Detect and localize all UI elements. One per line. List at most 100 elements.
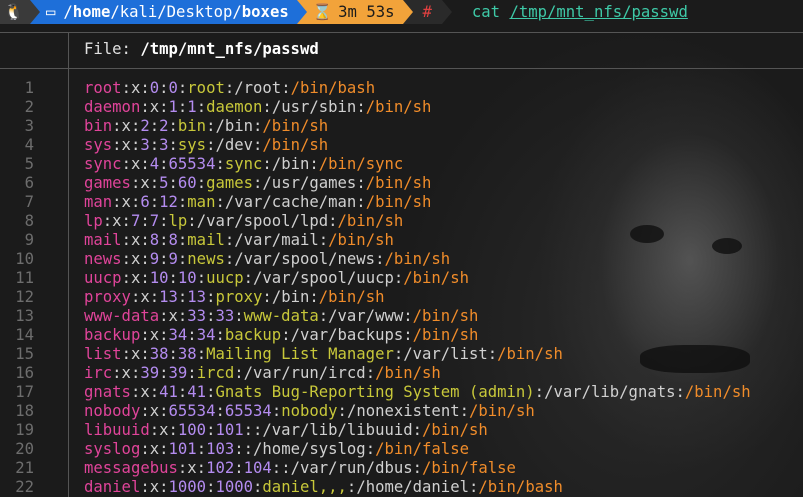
passwd-uid: 2 bbox=[140, 117, 150, 135]
table-row: 16 irc:x:39:39:ircd:/var/run/ircd:/bin/sh bbox=[0, 364, 803, 383]
passwd-home: /dev bbox=[215, 136, 254, 154]
passwd-gecos: backup bbox=[224, 326, 282, 344]
passwd-gid: 1000 bbox=[215, 478, 254, 496]
passwd-sep: : bbox=[243, 269, 254, 287]
line-text: daniel:x:1000:1000:daniel,,,:/home/danie… bbox=[84, 478, 563, 497]
passwd-gecos: man bbox=[187, 193, 216, 211]
passwd-home: /var/spool/uucp bbox=[253, 269, 394, 287]
passwd-uid: 65534 bbox=[168, 402, 216, 420]
passwd-sep: :x: bbox=[121, 231, 150, 249]
passwd-sep: : bbox=[224, 231, 235, 249]
passwd-uid: 10 bbox=[149, 269, 169, 287]
passwd-uid: 6 bbox=[140, 193, 150, 211]
passwd-gid: 3 bbox=[159, 136, 169, 154]
passwd-home: /usr/sbin bbox=[271, 98, 357, 116]
passwd-sep: : bbox=[365, 364, 376, 382]
passwd-shell: /bin/sh bbox=[365, 98, 432, 116]
passwd-sep: : bbox=[487, 345, 498, 363]
passwd-home: /root bbox=[234, 79, 282, 97]
root-symbol: # bbox=[422, 3, 432, 21]
line-text: news:x:9:9:news:/var/spool/news:/bin/sh bbox=[84, 250, 450, 269]
passwd-sep: : bbox=[149, 117, 160, 135]
passwd-home: /var/spool/lpd bbox=[196, 212, 329, 230]
passwd-shell: /bin/sh bbox=[365, 174, 432, 192]
line-number: 14 bbox=[15, 326, 34, 344]
line-number: 21 bbox=[15, 459, 34, 477]
passwd-shell: /bin/false bbox=[375, 440, 469, 458]
line-text: daemon:x:1:1:daemon:/usr/sbin:/bin/sh bbox=[84, 98, 431, 117]
command-line[interactable]: cat /tmp/mnt_nfs/passwd bbox=[452, 3, 688, 21]
passwd-sep: : bbox=[224, 250, 235, 268]
passwd-uid: 41 bbox=[159, 383, 178, 401]
file-label: File: bbox=[84, 40, 141, 58]
passwd-gid: 101 bbox=[215, 421, 244, 439]
tux-icon: 🐧 bbox=[4, 3, 24, 21]
passwd-sep: : bbox=[253, 117, 263, 135]
passwd-sep: : bbox=[196, 174, 207, 192]
line-text: libuuid:x:100:101::/var/lib/libuuid:/bin… bbox=[84, 421, 488, 440]
command-argument[interactable]: /tmp/mnt_nfs/passwd bbox=[509, 3, 687, 21]
timer-segment: ⌛ 3m 53s bbox=[306, 0, 403, 24]
passwd-home: /var/run/ircd bbox=[243, 364, 366, 382]
passwd-sep: : bbox=[356, 193, 366, 211]
passwd-sep: : bbox=[177, 79, 188, 97]
passwd-uid: 100 bbox=[177, 421, 207, 439]
passwd-sep: : bbox=[243, 440, 254, 458]
passwd-shell: /bin/sh bbox=[328, 231, 394, 249]
passwd-home: /var/lib/libuuid bbox=[262, 421, 413, 439]
line-text: proxy:x:13:13:proxy:/bin:/bin/sh bbox=[84, 288, 384, 307]
passwd-home: /var/lib/gnats bbox=[544, 383, 676, 401]
passwd-sep: : bbox=[468, 478, 479, 496]
passwd-gecos: nobody bbox=[281, 402, 338, 420]
passwd-sep: : bbox=[234, 459, 244, 477]
passwd-home: /bin bbox=[215, 117, 254, 135]
passwd-shell: /bin/sh bbox=[412, 307, 479, 325]
passwd-sep: : bbox=[140, 212, 150, 230]
passwd-sep: : bbox=[168, 345, 178, 363]
passwd-home: /var/backups bbox=[290, 326, 404, 344]
passwd-sep: : bbox=[168, 136, 178, 154]
table-row: 22 daniel:x:1000:1000:daniel,,,:/home/dan… bbox=[0, 478, 803, 497]
passwd-sep: : bbox=[196, 440, 207, 458]
table-row: 3 bin:x:2:2:bin:/bin:/bin/sh bbox=[0, 117, 803, 136]
line-number: 5 bbox=[24, 155, 34, 173]
passwd-gecos: root bbox=[187, 79, 225, 97]
passwd-gecos: daniel,,, bbox=[262, 478, 347, 496]
passwd-sep: :x: bbox=[121, 155, 150, 173]
passwd-sep: : bbox=[253, 421, 263, 439]
table-row: 12 proxy:x:13:13:proxy:/bin:/bin/sh bbox=[0, 288, 803, 307]
path-mid: /kali/Desktop/ bbox=[110, 3, 242, 21]
passwd-sep: :x: bbox=[130, 174, 160, 192]
line-text: sync:x:4:65534:sync:/bin:/bin/sync bbox=[84, 155, 403, 174]
passwd-sep: : bbox=[253, 174, 263, 192]
passwd-uid: 8 bbox=[149, 231, 160, 249]
passwd-uid: 38 bbox=[149, 345, 169, 363]
passwd-sep: : bbox=[393, 345, 404, 363]
passwd-home: /var/www bbox=[328, 307, 404, 325]
passwd-sep: : bbox=[365, 440, 376, 458]
passwd-sep: :x: bbox=[102, 212, 131, 230]
command-name: cat bbox=[471, 3, 501, 21]
passwd-uid: 101 bbox=[168, 440, 197, 458]
passwd-shell: /bin/sh bbox=[262, 117, 329, 135]
passwd-uid: 4 bbox=[149, 155, 160, 173]
passwd-sep: : bbox=[187, 364, 197, 382]
passwd-sep: : bbox=[262, 98, 272, 116]
passwd-home: /var/run/dbus bbox=[290, 459, 413, 477]
passwd-sep: : bbox=[318, 307, 329, 325]
passwd-gecos: daemon bbox=[206, 98, 263, 116]
passwd-user: www-data bbox=[84, 307, 160, 325]
passwd-sep: : bbox=[159, 155, 169, 173]
passwd-uid: 34 bbox=[168, 326, 188, 344]
passwd-sep: : bbox=[159, 212, 169, 230]
passwd-sep: :x: bbox=[112, 193, 141, 211]
passwd-shell: /bin/bash bbox=[478, 478, 563, 496]
passwd-sep: :x: bbox=[149, 421, 178, 439]
passwd-home: /nonexistent bbox=[346, 402, 460, 420]
line-text: backup:x:34:34:backup:/var/backups:/bin/… bbox=[84, 326, 478, 345]
passwd-gecos: Gnats Bug-Reporting System (admin) bbox=[215, 383, 535, 401]
segment-separator bbox=[296, 0, 307, 24]
header-bottom-rule bbox=[0, 68, 803, 69]
passwd-gid: 103 bbox=[206, 440, 235, 458]
passwd-shell: /bin/sh bbox=[262, 136, 329, 154]
